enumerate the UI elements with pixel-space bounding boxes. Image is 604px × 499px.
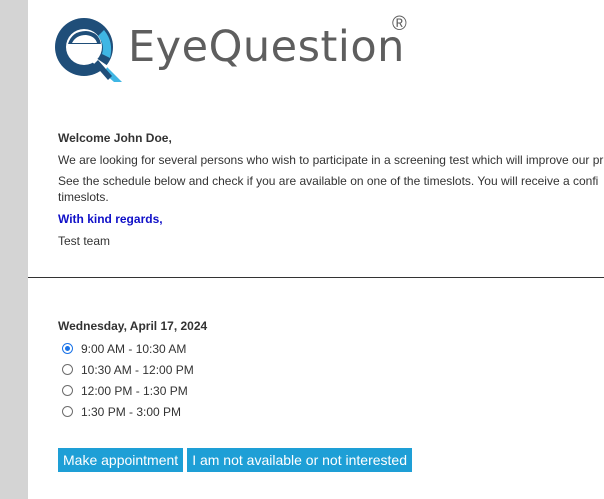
timeslot-option[interactable]: 12:00 PM - 1:30 PM — [62, 380, 207, 401]
timeslot-radio[interactable] — [62, 406, 73, 417]
timeslot-label: 12:00 PM - 1:30 PM — [81, 383, 188, 398]
timeslot-option[interactable]: 9:00 AM - 10:30 AM — [62, 338, 207, 359]
make-appointment-button[interactable]: Make appointment — [58, 448, 184, 472]
closing-regards: With kind regards, — [58, 212, 163, 226]
not-available-button[interactable]: I am not available or not interested — [187, 448, 412, 472]
registered-trademark: ® — [392, 13, 407, 35]
timeslot-option[interactable]: 10:30 AM - 12:00 PM — [62, 359, 207, 380]
timeslot-label: 9:00 AM - 10:30 AM — [81, 341, 187, 356]
schedule-date: Wednesday, April 17, 2024 — [58, 319, 208, 333]
timeslot-radio[interactable] — [62, 364, 73, 375]
timeslot-option[interactable]: 1:30 PM - 3:00 PM — [62, 401, 207, 422]
timeslot-radio[interactable] — [62, 385, 73, 396]
left-gutter — [0, 0, 28, 499]
instructions-text: See the schedule below and check if you … — [58, 174, 599, 188]
invitation-page: EyeQuestion ® Welcome John Doe, We are l… — [28, 0, 604, 499]
instructions-text-continued: timeslots. — [58, 190, 109, 204]
timeslot-schedule: Wednesday, April 17, 2024 9:00 AM - 10:3… — [58, 319, 207, 422]
eyequestion-logo: EyeQuestion ® — [52, 12, 412, 84]
invitation-message: Welcome John Doe, We are looking for sev… — [58, 130, 604, 249]
timeslot-label: 1:30 PM - 3:00 PM — [81, 404, 182, 419]
eyequestion-logo-icon — [55, 18, 122, 82]
section-divider — [28, 277, 604, 278]
brand-name: EyeQuestion — [128, 22, 405, 72]
action-buttons: Make appointment I am not available or n… — [58, 448, 412, 472]
greeting: Welcome John Doe, — [58, 131, 172, 145]
signature: Test team — [58, 234, 111, 248]
intro-text: We are looking for several persons who w… — [58, 153, 604, 167]
timeslot-label: 10:30 AM - 12:00 PM — [81, 362, 194, 377]
timeslot-radio-selected[interactable] — [62, 343, 73, 354]
